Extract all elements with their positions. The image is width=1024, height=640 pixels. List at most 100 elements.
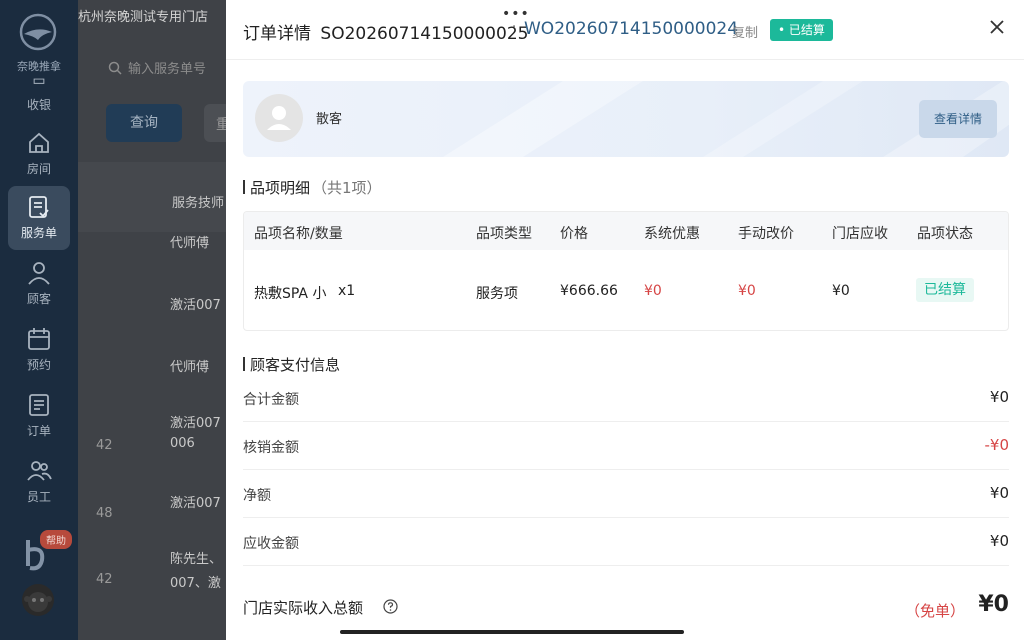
table-cell: 代师傅 xyxy=(170,236,210,251)
table-cell: 陈先生、 xyxy=(170,552,223,567)
total-value: ¥0 xyxy=(978,592,1009,617)
cashier-icon xyxy=(33,78,45,84)
title-label: 订单详情 xyxy=(243,24,311,44)
sidebar-item-rooms[interactable]: 房间 xyxy=(0,130,78,177)
item-quantity: x1 xyxy=(338,283,356,299)
payment-label: 应收金额 xyxy=(243,536,299,552)
sidebar-item-cashier[interactable]: 收银 xyxy=(0,78,78,113)
payment-value: ¥0 xyxy=(989,484,1009,502)
column-header: 品项状态 xyxy=(917,226,973,242)
drawer-header: 订单详情 SO20260714150000025 · WO20260714150… xyxy=(226,0,1024,60)
staff-icon xyxy=(27,461,52,481)
sidebar-item-label: 顾客 xyxy=(26,292,51,306)
section-marker xyxy=(243,180,245,194)
sidebar-item-label: 房间 xyxy=(26,162,51,176)
page-title: 订单详情 SO20260714150000025 xyxy=(243,19,528,44)
service-order-icon xyxy=(29,196,49,218)
table-header: 品项名称/数量 品项类型 价格 系统优惠 手动改价 门店应收 品项状态 xyxy=(244,212,1008,250)
help-question-icon[interactable] xyxy=(383,599,398,614)
column-header: 品项名称/数量 xyxy=(254,226,343,242)
order-number: SO20260714150000025 xyxy=(320,24,529,44)
customer-card: 散客 查看详情 xyxy=(243,81,1009,157)
sidebar-item-orders[interactable]: 订单 xyxy=(0,392,78,439)
column-header: 门店应收 xyxy=(832,226,888,242)
sidebar-item-service-order[interactable]: 服务单 xyxy=(8,186,70,250)
help-badge: 帮助 xyxy=(40,530,72,549)
table-cell: 007、激 xyxy=(170,576,221,591)
view-details-button[interactable]: 查看详情 xyxy=(919,100,997,138)
sidebar-item-label: 订单 xyxy=(26,424,51,438)
item-price: ¥666.66 xyxy=(560,283,618,299)
brand-logo-icon xyxy=(19,13,57,51)
order-icon xyxy=(29,394,49,416)
items-table: 品项名称/数量 品项类型 价格 系统优惠 手动改价 门店应收 品项状态 热敷SP… xyxy=(243,211,1009,331)
table-cell: 48 xyxy=(96,506,113,521)
sidebar-item-label: 员工 xyxy=(26,490,51,504)
table-cell: 激活007 xyxy=(170,496,221,511)
store-total-income-row: 门店实际收入总额 （免单） ¥0 xyxy=(243,590,1009,630)
payment-row-receivable: 应收金额 ¥0 xyxy=(243,518,1009,566)
sidebar-item-staff[interactable]: 员工 xyxy=(0,458,78,505)
item-type: 服务项 xyxy=(476,286,518,302)
section-marker xyxy=(243,357,245,371)
payment-value: ¥0 xyxy=(989,532,1009,550)
total-label: 门店实际收入总额 xyxy=(243,599,364,617)
help-button[interactable]: 帮助 xyxy=(18,530,78,574)
search-placeholder: 输入服务单号 xyxy=(128,62,207,77)
search-icon xyxy=(108,61,122,75)
close-icon[interactable] xyxy=(986,16,1008,38)
brand-name: 奈晚推拿 xyxy=(17,60,61,73)
table-cell: 代师傅 xyxy=(170,360,210,375)
user-avatar[interactable] xyxy=(22,584,54,616)
sidebar-item-appointments[interactable]: 预约 xyxy=(0,326,78,373)
payment-label: 核销金额 xyxy=(243,440,299,456)
payment-label: 合计金额 xyxy=(243,392,299,408)
home-indicator[interactable] xyxy=(340,630,684,634)
monkey-avatar-icon xyxy=(24,592,52,612)
sidebar-item-label: 收银 xyxy=(26,98,51,112)
item-status-tag: 已结算 xyxy=(916,278,974,302)
order-detail-drawer: ••• 订单详情 SO20260714150000025 · WO2026071… xyxy=(226,0,1024,640)
column-header: 价格 xyxy=(560,226,588,242)
free-order-note: （免单） xyxy=(904,602,965,620)
payment-row-total: 合计金额 ¥0 xyxy=(243,374,1009,422)
payment-value: -¥0 xyxy=(984,436,1010,454)
table-cell: 激活007 xyxy=(170,298,221,313)
payment-row-net: 净额 ¥0 xyxy=(243,470,1009,518)
column-header: 手动改价 xyxy=(738,226,794,242)
table-cell: 42 xyxy=(96,438,113,453)
table-header: 服务技师 xyxy=(78,162,226,232)
separator: · xyxy=(512,20,517,35)
column-header-technician: 服务技师 xyxy=(172,196,225,211)
calendar-icon xyxy=(28,328,50,350)
payment-label: 净额 xyxy=(243,488,271,504)
sidebar-item-customers[interactable]: 顾客 xyxy=(0,260,78,307)
user-icon xyxy=(28,262,50,285)
query-button[interactable]: 查询 xyxy=(106,104,182,142)
manual-price-change: ¥0 xyxy=(738,283,756,299)
table-cell: 激活007 xyxy=(170,416,221,431)
items-section-title: 品项明细 （共1项） xyxy=(243,177,382,198)
payment-value: ¥0 xyxy=(989,388,1009,406)
avatar xyxy=(255,94,303,142)
app-sidebar: 奈晚推拿 收银 房间 服务单 顾客 预约 订单 员工 帮助 xyxy=(0,0,78,640)
house-icon xyxy=(29,132,49,153)
column-header: 系统优惠 xyxy=(644,226,700,242)
table-cell: 42 xyxy=(96,572,113,587)
copy-button[interactable]: 复制 xyxy=(732,22,758,41)
item-name: 热敷SPA 小 xyxy=(254,286,327,302)
section-title-text: 品项明细 xyxy=(250,179,311,197)
store-receivable: ¥0 xyxy=(832,283,850,299)
store-name: 杭州奈晚测试专用门店 xyxy=(78,10,209,25)
background-service-order-list: 杭州奈晚测试专用门店 输入服务单号 查询 重 服务技师 代师傅 激活007 代师… xyxy=(78,0,234,640)
table-cell: 006 xyxy=(170,436,195,451)
sidebar-item-label: 预约 xyxy=(26,358,51,372)
status-badge: • 已结算 xyxy=(770,19,833,41)
payment-row-writeoff: 核销金额 -¥0 xyxy=(243,422,1009,470)
work-order-link[interactable]: WO20260714150000024 xyxy=(524,19,738,39)
payment-section-title: 顾客支付信息 xyxy=(243,354,340,375)
search-input[interactable]: 输入服务单号 xyxy=(108,58,226,82)
default-avatar-icon xyxy=(267,106,291,130)
system-discount: ¥0 xyxy=(644,283,662,299)
sidebar-item-label: 服务单 xyxy=(20,226,57,240)
